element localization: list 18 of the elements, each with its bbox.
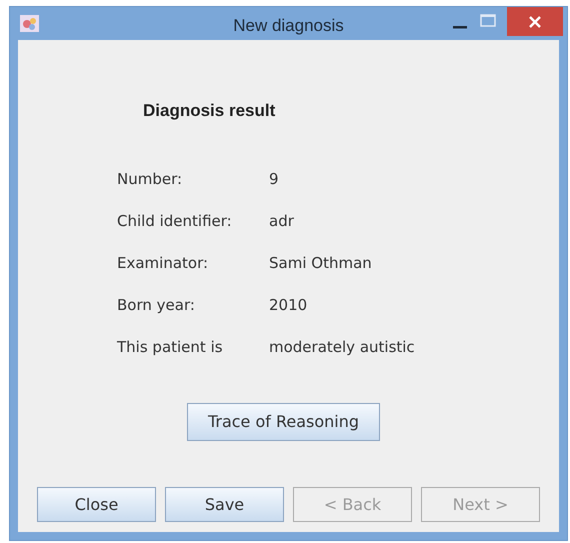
app-icon — [20, 15, 39, 32]
field-value: adr — [269, 211, 295, 232]
field-value: moderately autistic — [269, 337, 415, 358]
field-label: Child identifier: — [117, 211, 233, 232]
field-label: This patient is — [117, 337, 224, 358]
field-label: Born year: — [117, 295, 196, 316]
close-icon — [529, 16, 541, 28]
dialog-button[interactable]: Close — [37, 487, 156, 522]
field-label: Examinator: — [117, 253, 210, 274]
field-label: Number: — [117, 169, 184, 190]
trace-button[interactable]: Trace of Reasoning — [187, 403, 380, 441]
close-button[interactable] — [507, 7, 563, 36]
field-value: 2010 — [269, 295, 308, 316]
dialog-button[interactable]: Save — [165, 487, 284, 522]
section-heading: Diagnosis result — [143, 100, 276, 122]
field-value: 9 — [269, 169, 280, 190]
window-title: New diagnosis — [232, 15, 345, 37]
field-value: Sami Othman — [269, 253, 373, 274]
